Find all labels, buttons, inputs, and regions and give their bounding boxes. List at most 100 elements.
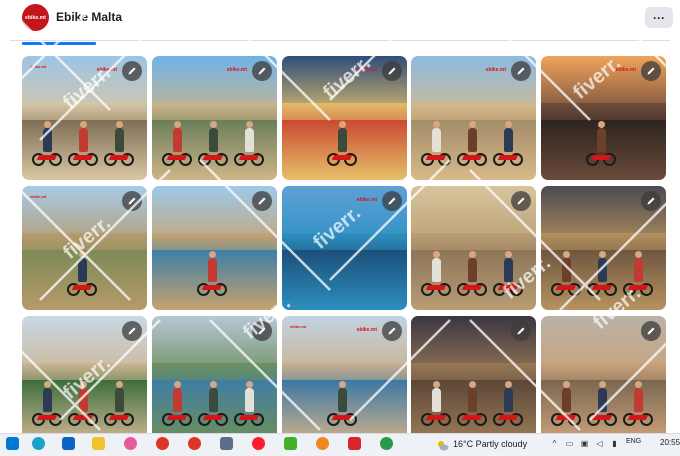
photo-tile[interactable]: ebike.mt [22,186,147,310]
photos-icon[interactable] [124,437,137,450]
photo-tile[interactable]: ebike.mt [541,56,666,180]
edit-photo-button[interactable] [382,321,402,341]
rider-figure [115,381,124,412]
photo-tile[interactable] [22,316,147,440]
photo-tile[interactable] [152,186,277,310]
photo-grid: ebike.mt ebike.mt ebike.mt ebike.mt ebike.mt… [22,56,667,440]
photo-tile[interactable]: ebike.mt [152,56,277,180]
edit-photo-button[interactable] [641,191,661,211]
photo-tile[interactable]: ebike.mt ebike.mt [282,316,407,440]
camtasia-icon[interactable] [284,437,297,450]
cyclists-group [411,246,536,296]
weather-text: 16°C Partly cloudy [453,438,528,449]
more-dots-icon: ··· [653,10,665,25]
rider-figure [338,381,347,412]
rider-figure [562,251,571,282]
page-logo[interactable]: ebike.mt [22,4,49,31]
photo-brand-watermark: ebike.mt [356,67,377,73]
opera-icon[interactable] [252,437,265,450]
photo-tile[interactable] [411,186,536,310]
logo-text: ebike.mt [24,14,47,21]
edit-photo-button[interactable] [511,61,531,81]
rider-figure [173,381,182,412]
wps-office-icon[interactable] [348,437,361,450]
photo-tile[interactable]: ebike.mt [282,186,407,310]
media-player-icon[interactable] [316,437,329,450]
photo-brand-watermark: ebike.mt [615,67,636,73]
edit-photo-button[interactable] [511,321,531,341]
taskbar-clock[interactable]: 20:55 [660,438,680,447]
pencil-icon [128,67,136,75]
rider-figure [432,121,441,152]
partly-cloudy-icon [436,438,449,451]
cyclists-group [411,116,536,166]
edit-photo-button[interactable] [122,191,142,211]
photo-brand-watermark: ebike.mt [356,327,377,333]
rider-figure [598,251,607,282]
edit-photo-button[interactable] [511,191,531,211]
network-icon[interactable]: ▭ [565,439,574,448]
rider-figure [115,121,124,152]
weather-widget[interactable]: 16°C Partly cloudy [436,436,527,451]
windows-taskbar: 16°C Partly cloudy ^ ▭ ▣ ◁ ▮ ENG 20:55 [0,433,680,452]
photo-tile[interactable]: ebike.mt ebike.mt [22,56,147,180]
rider-figure [504,121,513,152]
edit-photo-button[interactable] [122,61,142,81]
photo-tile[interactable] [152,316,277,440]
pencil-icon [647,67,655,75]
battery-icon[interactable]: ▮ [610,439,619,448]
edit-photo-button[interactable] [122,321,142,341]
chrome-app-icon[interactable] [380,437,393,450]
chrome-icon[interactable] [156,437,169,450]
photo-tile[interactable] [411,316,536,440]
photo-brand-watermark: ebike.mt [356,197,377,203]
language-indicator[interactable]: ENG [626,438,641,445]
photo-tile[interactable]: ebike.mt [411,56,536,180]
edit-photo-button[interactable] [382,61,402,81]
rider-figure [504,251,513,282]
speaker-icon[interactable]: ◁ [595,439,604,448]
page-title[interactable]: Ebike Malta [56,10,122,24]
outlook-icon[interactable] [62,437,75,450]
edit-photo-button[interactable] [382,191,402,211]
windows-start-icon[interactable] [6,437,19,450]
rider-figure [468,251,477,282]
edit-photo-button[interactable] [252,61,272,81]
active-tab-indicator [22,42,96,45]
edit-photo-button[interactable] [641,61,661,81]
pencil-icon [128,327,136,335]
pencil-icon [258,197,266,205]
cyclists-group [411,376,536,426]
pencil-icon [388,327,396,335]
pencil-icon [517,197,525,205]
rider-figure [562,381,571,412]
rider-figure [43,381,52,412]
edit-photo-button[interactable] [641,321,661,341]
rider-figure [173,121,182,152]
calculator-icon[interactable] [220,437,233,450]
photo-tile[interactable]: ebike.mt [282,56,407,180]
cyclists-group [282,116,407,166]
pencil-icon [258,67,266,75]
rider-figure [78,251,87,282]
photo-tile[interactable] [541,186,666,310]
edit-photo-button[interactable] [252,191,272,211]
more-options-button[interactable]: ··· [645,7,673,28]
photo-brand-watermark: ebike.mt [485,67,506,73]
chrome-profile-icon[interactable] [188,437,201,450]
rider-figure [245,381,254,412]
pencil-icon [388,197,396,205]
chevron-up-icon[interactable]: ^ [550,439,559,448]
cyclists-group [152,246,277,296]
camera-icon[interactable]: ▣ [580,439,589,448]
cyclists-group [22,246,147,296]
file-explorer-icon[interactable] [92,437,105,450]
cyclists-group [541,246,666,296]
photo-tag: ebike.mt [30,194,47,199]
pencil-icon [258,327,266,335]
edge-browser-icon[interactable] [32,437,45,450]
photo-brand-watermark: ebike.mt [96,67,117,73]
photo-tile[interactable] [541,316,666,440]
edit-photo-button[interactable] [252,321,272,341]
photo-tag: ebike.mt [290,324,307,329]
